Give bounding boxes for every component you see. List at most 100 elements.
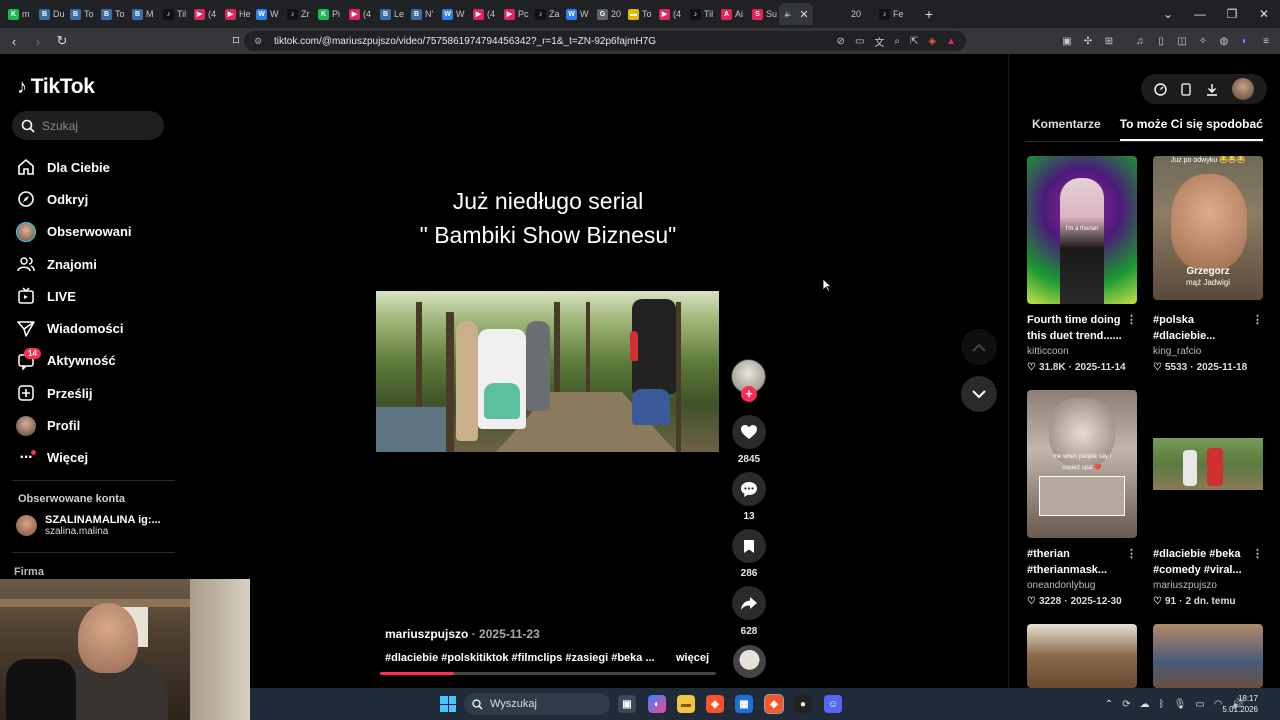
search-box[interactable] — [12, 111, 164, 140]
browser-tab[interactable]: B To — [66, 3, 97, 25]
nav-znajomi[interactable]: Znajomi — [15, 248, 175, 280]
video-player[interactable] — [376, 291, 719, 452]
browser-tab[interactable]: ▶ He — [221, 3, 252, 25]
tiktok-logo[interactable]: ♪ TikTok — [17, 75, 95, 99]
close-tab-icon[interactable]: ✕ — [799, 7, 809, 21]
vpn-icon[interactable]: ◍ — [1218, 36, 1230, 47]
tab-feedly[interactable]: ♪ Fe — [875, 3, 909, 25]
discord-icon[interactable]: ☺ — [824, 695, 842, 713]
download-icon[interactable] — [1206, 83, 1218, 96]
search-input[interactable] — [42, 118, 152, 133]
video-progress-bar[interactable] — [380, 672, 716, 675]
nav-wiadomosci[interactable]: Wiadomości — [15, 312, 175, 344]
browser-tab[interactable]: ▶ (4 — [469, 3, 500, 25]
more-button[interactable]: więcej — [676, 652, 709, 664]
browser-tab[interactable]: BM — [128, 3, 159, 25]
tab-extra[interactable]: 20 — [851, 9, 861, 19]
ai-icon[interactable]: ✧ — [1197, 36, 1209, 47]
recommended-video-card[interactable]: Już po odwyku 😂😂😂 Grzegorz mąż Jadwigi #… — [1153, 156, 1263, 373]
browser-tab[interactable]: K Pi — [314, 3, 345, 25]
browser-tab[interactable]: A Ai — [717, 3, 748, 25]
kebab-menu-icon[interactable]: ⋮ — [1126, 546, 1137, 562]
kebab-menu-icon[interactable]: ⋮ — [1252, 546, 1263, 562]
browser-tab[interactable]: ▶ Pc — [500, 3, 531, 25]
browser-tab[interactable]: B Le — [376, 3, 407, 25]
recommended-video-card[interactable]: #dlaciebie #beka #comedy #viral... ⋮ mar… — [1153, 390, 1263, 607]
tray-sync-icon[interactable]: ⟳ — [1122, 699, 1130, 710]
tray-chevron-icon[interactable]: ⌃ — [1105, 699, 1113, 710]
previous-video-button[interactable] — [961, 329, 997, 365]
music-disc-icon[interactable] — [733, 645, 766, 678]
follow-button[interactable]: + — [741, 386, 757, 402]
new-tab-button[interactable]: + — [919, 6, 939, 22]
speed-icon[interactable] — [1154, 82, 1167, 96]
video-thumbnail[interactable] — [1027, 624, 1137, 688]
site-info-icon[interactable]: ⚙ — [254, 36, 264, 46]
back-button[interactable]: ‹ — [4, 31, 24, 51]
translate-icon[interactable]: 文 — [874, 34, 884, 49]
store-icon[interactable]: ▦ — [735, 695, 753, 713]
wallet-icon[interactable]: ◫ — [1176, 36, 1188, 47]
like-button[interactable] — [732, 415, 766, 449]
browser-tab[interactable]: ▬ To — [624, 3, 655, 25]
recommended-video-card[interactable]: I'm a therian Fourth time doing this due… — [1027, 156, 1137, 373]
menu-icon[interactable]: ≡ — [1260, 36, 1272, 47]
followed-account[interactable]: SZALINAMALINA ig:... szalina.malina — [16, 514, 161, 537]
windows-start-icon[interactable] — [440, 696, 456, 712]
nav-live[interactable]: LIVE — [15, 280, 175, 312]
browser-tab[interactable]: B Du — [35, 3, 66, 25]
tab-komentarze[interactable]: Komentarze — [1025, 112, 1108, 141]
maximize-button[interactable]: ❐ — [1216, 0, 1248, 28]
browser-tab[interactable]: ♪ Za — [531, 3, 562, 25]
tray-cloud-icon[interactable]: ☁ — [1140, 699, 1150, 710]
no-tracking-icon[interactable]: ⊘ — [837, 36, 845, 47]
nav-aktywnosc[interactable]: 14 Aktywność — [15, 345, 175, 377]
video-author[interactable]: mariuszpujszo · 2025-11-23 — [385, 627, 540, 641]
nav-odkryj[interactable]: Odkryj — [15, 183, 175, 215]
tab-search-icon[interactable]: ⌄ — [1152, 0, 1184, 28]
tab-manager-icon[interactable]: ⊞ — [1103, 36, 1115, 47]
browser-tab[interactable]: WW — [252, 3, 283, 25]
tray-bluetooth-icon[interactable]: ᛒ — [1159, 699, 1165, 710]
comment-button[interactable] — [732, 472, 766, 506]
tab-active[interactable]: 🔈 ✕ — [779, 3, 813, 25]
video-thumbnail[interactable] — [1153, 624, 1263, 688]
kebab-menu-icon[interactable]: ⋮ — [1252, 312, 1263, 328]
save-button[interactable] — [732, 529, 766, 563]
sidebar-icon[interactable]: ▯ — [1155, 36, 1167, 47]
browser-tab[interactable]: B To — [97, 3, 128, 25]
browser-tab[interactable]: ▶ (4 — [190, 3, 221, 25]
task-view-icon[interactable]: ▣ — [618, 695, 636, 713]
leo-icon[interactable]: ◐ — [1239, 36, 1251, 47]
user-avatar[interactable] — [1231, 78, 1254, 100]
forward-button[interactable]: › — [28, 31, 48, 51]
browser-tab[interactable]: ♪ Til — [159, 3, 190, 25]
tray-network-icon[interactable]: ▭ — [1195, 699, 1204, 710]
browser-tab[interactable]: ▶ (4 — [655, 3, 686, 25]
card-user[interactable]: oneandonlybug — [1027, 580, 1137, 591]
nav-profil[interactable]: Profil — [15, 409, 175, 441]
cast-icon[interactable]: ▭ — [855, 36, 864, 47]
card-user[interactable]: mariuszpujszo — [1153, 580, 1263, 591]
brave-active-icon[interactable]: ◈ — [764, 694, 784, 714]
url-field[interactable]: ⚙ tiktok.com/@mariuszpujszo/video/757586… — [244, 31, 966, 51]
card-user[interactable]: kitticcoon — [1027, 346, 1137, 357]
brave-icon[interactable]: ◈ — [706, 695, 724, 713]
card-user[interactable]: king_rafcio — [1153, 346, 1263, 357]
reload-button[interactable]: ↻ — [52, 31, 72, 51]
recommended-video-card[interactable]: me when people say i copied opal 💔 #ther… — [1027, 390, 1137, 607]
taskbar-search[interactable]: Wyszukaj — [464, 693, 610, 715]
nav-przeslij[interactable]: Prześlij — [15, 377, 175, 409]
extensions-puzzle-icon[interactable]: ✣ — [1082, 36, 1094, 47]
browser-tab[interactable]: Km — [4, 3, 35, 25]
copilot-icon[interactable]: ◐ — [648, 695, 666, 713]
zoom-icon[interactable]: ⌕ — [894, 36, 900, 47]
tray-mic-icon[interactable]: 🎙 — [1174, 699, 1187, 710]
bookmark-icon[interactable]: ⌑ — [226, 31, 246, 51]
nav-dla-ciebie[interactable]: Dla Ciebie — [15, 151, 175, 183]
minimize-button[interactable]: — — [1184, 0, 1216, 28]
phone-icon[interactable] — [1181, 82, 1192, 96]
browser-tab[interactable]: B N' — [407, 3, 438, 25]
browser-tab[interactable]: G 20 — [593, 3, 624, 25]
file-explorer-icon[interactable]: ▬ — [677, 695, 695, 713]
